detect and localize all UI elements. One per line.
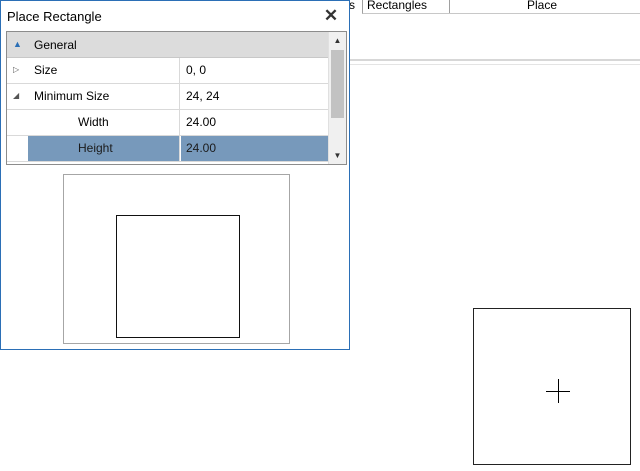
property-grid-rows: ▲ General ▷ Size 0, 0 ◢ Minimum Size 24,… bbox=[7, 32, 328, 162]
ribbon-tab-rectangles[interactable]: Rectangles bbox=[362, 0, 450, 14]
property-row-width[interactable]: Width 24.00 bbox=[7, 110, 328, 136]
ribbon-tab-place[interactable]: Place bbox=[444, 0, 640, 14]
canvas-rectangle-outline[interactable] bbox=[473, 308, 631, 465]
category-row-general[interactable]: ▲ General bbox=[7, 32, 328, 58]
collapse-chevron-icon[interactable]: ▲ bbox=[13, 39, 22, 49]
dialog-title-bar[interactable]: Place Rectangle ✕ bbox=[1, 1, 349, 31]
crosshair-cursor-vertical bbox=[558, 379, 559, 403]
arrow-down-icon[interactable]: ▼ bbox=[329, 147, 346, 164]
property-row-minimum-size[interactable]: ◢ Minimum Size 24, 24 bbox=[7, 84, 328, 110]
expand-triangle-icon[interactable]: ▷ bbox=[13, 65, 19, 74]
property-row-size[interactable]: ▷ Size 0, 0 bbox=[7, 58, 328, 84]
ribbon-divider-secondary bbox=[349, 64, 640, 65]
property-row-height[interactable]: Height 24.00 bbox=[7, 136, 328, 162]
property-name: Height bbox=[28, 136, 180, 161]
property-name: Size bbox=[28, 58, 180, 83]
dialog-title: Place Rectangle bbox=[7, 9, 102, 24]
arrow-up-icon[interactable]: ▲ bbox=[329, 32, 346, 49]
scrollbar-thumb[interactable] bbox=[331, 50, 344, 118]
property-value[interactable]: 0, 0 bbox=[181, 58, 328, 83]
shape-preview-panel bbox=[63, 174, 290, 344]
ribbon-divider bbox=[349, 59, 640, 61]
property-grid-scrollbar[interactable]: ▲ ▼ bbox=[328, 32, 346, 164]
close-icon[interactable]: ✕ bbox=[319, 5, 343, 27]
preview-rectangle bbox=[116, 215, 240, 338]
property-name: Minimum Size bbox=[28, 84, 180, 109]
property-value[interactable]: 24.00 bbox=[181, 136, 328, 161]
property-grid: ▲ General ▷ Size 0, 0 ◢ Minimum Size 24,… bbox=[6, 31, 347, 165]
property-value[interactable]: 24, 24 bbox=[181, 84, 328, 109]
collapse-triangle-icon[interactable]: ◢ bbox=[13, 91, 19, 100]
ribbon-tab-partial[interactable]: s bbox=[349, 0, 357, 13]
place-rectangle-dialog: Place Rectangle ✕ ▲ General ▷ Size 0, 0 … bbox=[0, 0, 350, 350]
category-label: General bbox=[34, 38, 77, 52]
property-value[interactable]: 24.00 bbox=[181, 110, 328, 135]
property-name: Width bbox=[28, 110, 180, 135]
